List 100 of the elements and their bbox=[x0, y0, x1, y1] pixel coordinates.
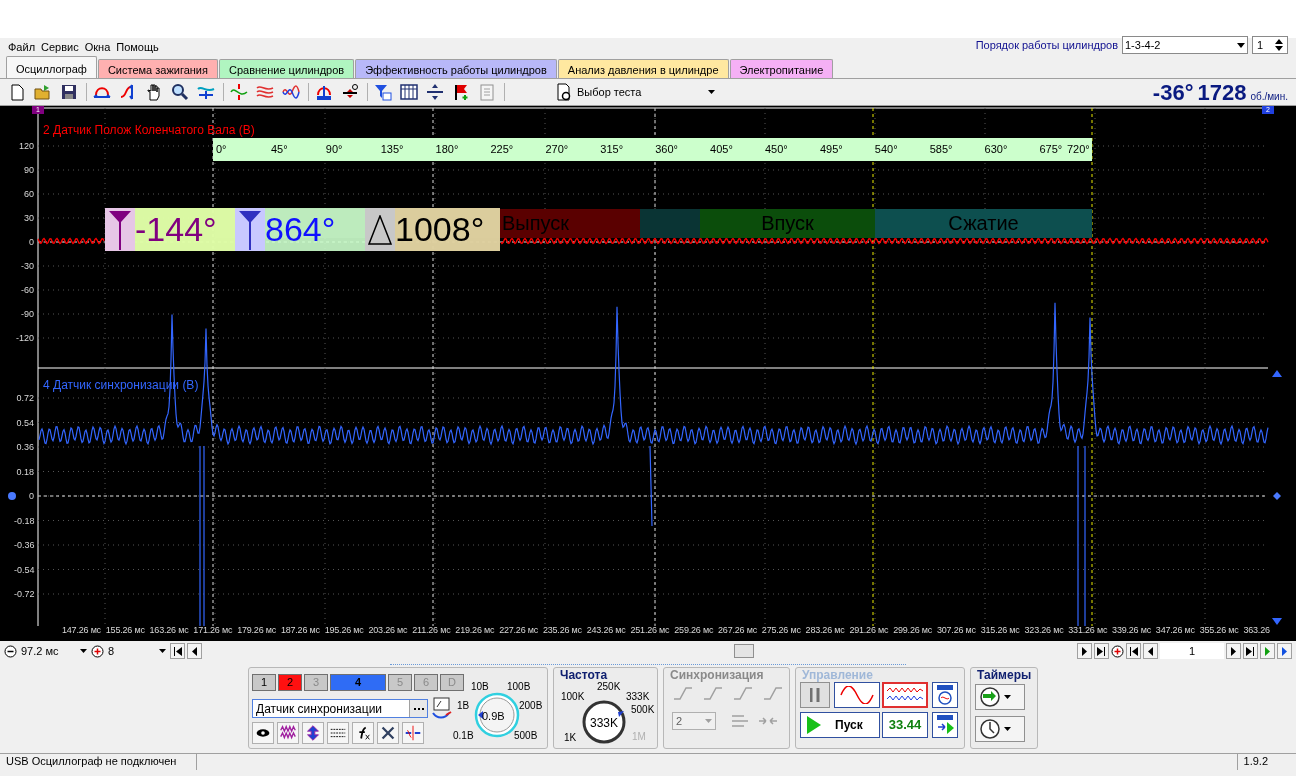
degree-label: 45° bbox=[270, 143, 288, 156]
next-icon bbox=[1080, 646, 1089, 656]
channel-button[interactable]: 4 bbox=[330, 674, 386, 691]
noise-icon[interactable] bbox=[277, 722, 299, 744]
scroll-up-icon[interactable] bbox=[1272, 370, 1282, 377]
last-button[interactable] bbox=[1243, 643, 1258, 659]
play-button[interactable] bbox=[1277, 643, 1292, 659]
menu-item[interactable]: Сервис bbox=[41, 38, 79, 56]
axis-tick-label: 120 bbox=[17, 141, 34, 151]
degree-label: 630° bbox=[984, 143, 1008, 156]
waves-icon[interactable] bbox=[256, 83, 274, 101]
cylinder-spinner[interactable]: 1 bbox=[1252, 36, 1288, 54]
time-label: 347.26 мс bbox=[1155, 625, 1195, 636]
flag-icon[interactable] bbox=[452, 83, 470, 101]
timebase-dropdown[interactable]: 97.2 мс bbox=[19, 643, 89, 659]
menu-item[interactable]: Файл bbox=[8, 38, 36, 56]
clipboard-icon[interactable] bbox=[478, 83, 496, 101]
open-folder-icon[interactable] bbox=[34, 83, 52, 101]
sine-wave-button[interactable] bbox=[834, 682, 880, 708]
degree-label: 270° bbox=[545, 143, 569, 156]
tab[interactable]: Сравнение цилиндров bbox=[219, 59, 355, 78]
tab[interactable]: Эффективность работы цилиндров bbox=[355, 59, 557, 78]
next-icon bbox=[1229, 646, 1238, 656]
dial-label: 333K bbox=[626, 691, 650, 702]
auto-button[interactable] bbox=[932, 682, 958, 708]
new-file-icon[interactable] bbox=[8, 83, 26, 101]
dial-label: 1K bbox=[564, 732, 577, 743]
filter-icon[interactable] bbox=[374, 83, 392, 101]
first-button[interactable] bbox=[170, 643, 185, 659]
next-button[interactable] bbox=[1077, 643, 1092, 659]
timer-dropdown-button[interactable] bbox=[975, 716, 1025, 742]
zoom-out-icon[interactable] bbox=[4, 644, 17, 658]
degree-label: 90° bbox=[325, 143, 343, 156]
tab[interactable]: Осциллограф bbox=[6, 56, 97, 78]
sync-dropdown[interactable]: 2 bbox=[672, 712, 716, 730]
menu-item[interactable]: Окна bbox=[84, 38, 111, 56]
points-dropdown[interactable]: 8 bbox=[106, 643, 168, 659]
function-icon[interactable] bbox=[352, 722, 374, 744]
degree-label: 675° bbox=[1039, 143, 1063, 156]
zoom-in-icon[interactable] bbox=[91, 644, 104, 658]
table-icon[interactable] bbox=[400, 83, 418, 101]
angle-readout: -36° bbox=[1152, 78, 1194, 107]
degree-label: 315° bbox=[600, 143, 624, 156]
channel-button[interactable]: 2 bbox=[278, 674, 302, 691]
previous-button[interactable] bbox=[187, 643, 202, 659]
split-cursor-icon[interactable] bbox=[402, 722, 424, 744]
zoom-icon[interactable] bbox=[171, 83, 189, 101]
version-text: 1.9.2 bbox=[1236, 753, 1268, 770]
previous-button[interactable] bbox=[1143, 643, 1158, 659]
time-label: 331.26 мс bbox=[1068, 625, 1108, 636]
channel-name-field[interactable]: Датчик синхронизации bbox=[252, 699, 428, 718]
menu-item[interactable]: Помощь bbox=[116, 38, 159, 56]
pause-icon bbox=[810, 688, 820, 702]
scroll-down-icon[interactable] bbox=[1272, 618, 1282, 625]
frequency-dial[interactable] bbox=[582, 700, 626, 744]
meter-icon[interactable] bbox=[431, 697, 453, 719]
caret-icon bbox=[705, 719, 712, 723]
add-icon[interactable] bbox=[1111, 644, 1124, 658]
tab[interactable]: Электропитание bbox=[729, 59, 834, 78]
cylinder-order-dropdown[interactable]: 1-3-4-2 bbox=[1122, 36, 1248, 54]
tab[interactable]: Анализ давления в цилиндре bbox=[557, 59, 729, 78]
time-label: 363.26 bbox=[1243, 625, 1270, 636]
scroll-thumb[interactable] bbox=[734, 644, 754, 658]
first-button[interactable] bbox=[1126, 643, 1141, 659]
auto-scale-icon[interactable] bbox=[315, 83, 333, 101]
dial-label: 500В bbox=[514, 730, 538, 741]
offset-diamond-icon[interactable] bbox=[1273, 492, 1281, 500]
channel-dot-icon[interactable] bbox=[8, 492, 16, 500]
value-display: 33.44 bbox=[882, 712, 928, 738]
axis-tick-label: -90 bbox=[20, 309, 34, 319]
hand-icon[interactable] bbox=[145, 83, 163, 101]
test-select-dropdown[interactable]: Выбор теста bbox=[555, 82, 715, 102]
split-icon[interactable] bbox=[426, 83, 444, 101]
degree-label: 540° bbox=[874, 143, 898, 156]
page-field[interactable]: 1 bbox=[1160, 643, 1224, 659]
axis-tick-label: -0.36 bbox=[14, 540, 34, 550]
lines-icon[interactable] bbox=[327, 722, 349, 744]
next-button[interactable] bbox=[1226, 643, 1241, 659]
save-icon[interactable] bbox=[60, 83, 78, 101]
degree-label: 720° bbox=[1067, 143, 1090, 156]
timer-dropdown-button[interactable] bbox=[975, 684, 1025, 710]
tab[interactable]: Система зажигания bbox=[97, 59, 218, 78]
last-button[interactable] bbox=[1094, 643, 1109, 659]
wave-pair-icon[interactable] bbox=[282, 83, 300, 101]
axis-tick-label: -60 bbox=[20, 285, 34, 295]
noise-wave-button[interactable] bbox=[882, 682, 928, 708]
channel-button[interactable]: 1 bbox=[252, 674, 276, 691]
pause-button[interactable] bbox=[800, 682, 830, 708]
zero-level-icon[interactable] bbox=[341, 83, 359, 101]
time-label: 275.26 мс bbox=[761, 625, 801, 636]
eye-icon[interactable] bbox=[252, 722, 274, 744]
time-label: 251.26 мс bbox=[630, 625, 670, 636]
converge-icon[interactable] bbox=[230, 83, 248, 101]
axis-tick-label: 0.18 bbox=[15, 466, 34, 477]
start-button[interactable]: Пуск bbox=[800, 712, 880, 738]
last-icon bbox=[1246, 646, 1255, 656]
more-button[interactable] bbox=[409, 700, 427, 717]
rpm-readout: 1728 bbox=[1197, 78, 1247, 107]
degree-label: 0° bbox=[216, 143, 227, 156]
auto-start-button[interactable] bbox=[932, 712, 958, 738]
